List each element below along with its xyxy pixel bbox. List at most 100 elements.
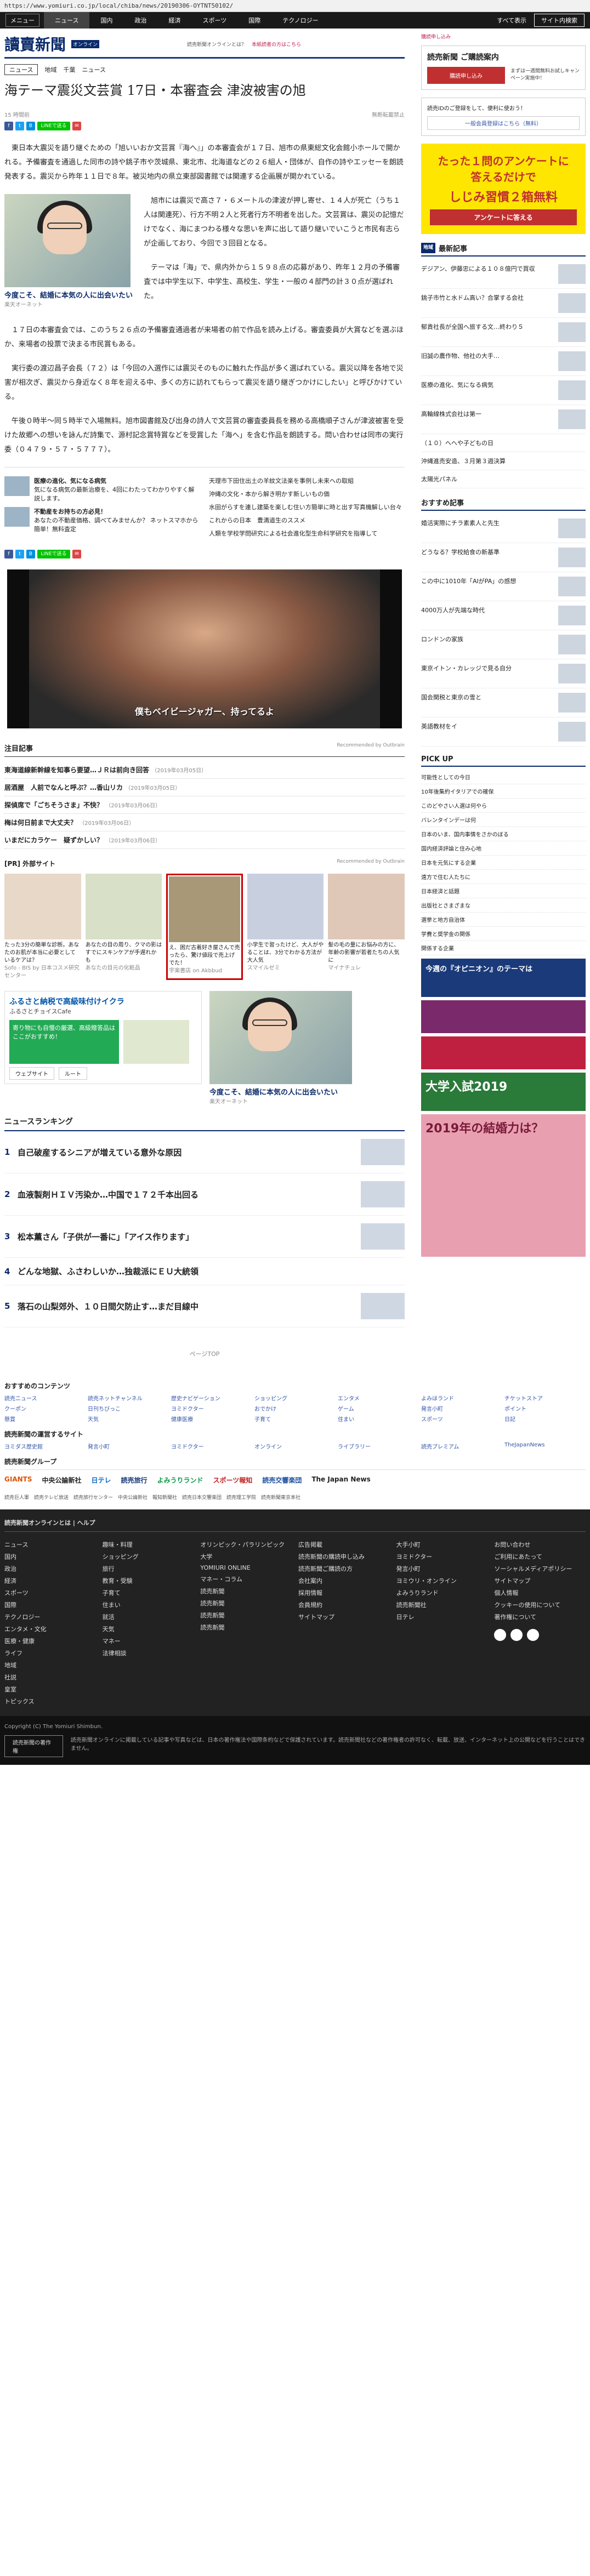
content-link[interactable]: スポーツ: [421, 1415, 502, 1423]
footer-link[interactable]: 読売新聞社: [396, 1599, 488, 1611]
footer-link[interactable]: エンタメ・文化: [4, 1623, 96, 1635]
latest-item[interactable]: 郁貴社長が全国へ旅する文…終わり５: [421, 318, 586, 347]
website-button[interactable]: ウェブサイト: [9, 1067, 54, 1080]
group-logo[interactable]: GIANTS: [4, 1475, 32, 1485]
latest-item[interactable]: 沖縄進売安造、３月第３週決算: [421, 452, 586, 470]
footer-link[interactable]: 大学: [200, 1551, 292, 1563]
footer-link[interactable]: 国際: [4, 1599, 96, 1611]
partner-link[interactable]: ヨミドクター: [171, 1442, 252, 1450]
footer-link[interactable]: 読売新聞: [200, 1585, 292, 1597]
must-item[interactable]: 東京イトン・カレッジで見る自分: [421, 659, 586, 688]
recommend-item[interactable]: 探偵席で「ごちそうさま」不快？ （2019年03月06日）: [4, 796, 405, 814]
footer-link[interactable]: ご利用にあたって: [494, 1551, 586, 1563]
content-link[interactable]: ヨミドクター: [171, 1404, 252, 1412]
footer-link[interactable]: 経済: [4, 1575, 96, 1587]
content-link[interactable]: 読売ネットチャンネル: [88, 1394, 169, 1402]
quiz-ad[interactable]: たった１問のアンケートに 答えるだけで しじみ習慣２箱無料 アンケートに答える: [421, 144, 586, 234]
marriage-banner[interactable]: 2019年の結婚力は？: [421, 1114, 586, 1257]
ad-caption-2[interactable]: 今度こそ、結婚に本気の人に出会いたい: [209, 1086, 352, 1097]
footer-link[interactable]: ヨミウリ・オンライン: [396, 1575, 488, 1587]
ranking-item[interactable]: 5 落石の山梨郊外、１０日間欠防止す…まだ目線中: [4, 1285, 405, 1327]
footer-link[interactable]: 読売新聞の購読申し込み: [298, 1551, 390, 1563]
related-item[interactable]: 人類を学校学問研究による社会進化型生命科学研究を指導して: [209, 529, 405, 538]
pickup-item[interactable]: バレンタインデーは何: [421, 813, 586, 827]
breadcrumb-item-1[interactable]: 千葉: [63, 65, 75, 74]
content-link[interactable]: クーポン: [4, 1404, 86, 1412]
ranking-item[interactable]: 3 松本薫さん「子供が一番に」「アイス作ります」: [4, 1216, 405, 1258]
menu-button[interactable]: メニュー: [5, 14, 39, 27]
footer-link[interactable]: 社説: [4, 1671, 96, 1683]
content-link[interactable]: 発言小町: [421, 1404, 502, 1412]
footer-link[interactable]: ヨミドクター: [396, 1551, 488, 1563]
ad-image[interactable]: [4, 194, 131, 287]
footer-link[interactable]: お問い合わせ: [494, 1538, 586, 1551]
footer-link[interactable]: 個人情報: [494, 1587, 586, 1599]
ad-image-2[interactable]: [209, 991, 352, 1084]
pickup-item[interactable]: 日本経済と話題: [421, 884, 586, 898]
group-logo[interactable]: 日テレ: [92, 1475, 111, 1485]
exam-banner[interactable]: 大学入試2019: [421, 1073, 586, 1111]
outside-card[interactable]: 小学生で習ったけど、大人がやることは、3分でわかる方法が大人気 スマイルゼミ: [247, 874, 324, 980]
footer-link[interactable]: 読売新聞ご購読の方: [298, 1563, 390, 1575]
pickup-item[interactable]: このどやさい人選は何やら: [421, 799, 586, 813]
footer-link[interactable]: 読売新聞: [200, 1621, 292, 1633]
twitter-icon[interactable]: t: [15, 550, 24, 558]
line-icon[interactable]: [527, 1629, 540, 1641]
footer-link[interactable]: 就活: [103, 1611, 194, 1623]
pickup-item[interactable]: 出版社とさまざまな: [421, 898, 586, 913]
pickup-item[interactable]: 可能性としての今日: [421, 770, 586, 784]
footer-link[interactable]: 趣味・料理: [103, 1538, 194, 1551]
group-logo[interactable]: よみうりランド: [157, 1475, 203, 1485]
footer-link[interactable]: マネー・コラム: [200, 1573, 292, 1585]
all-news-link[interactable]: すべて表示: [497, 16, 526, 25]
footer-link[interactable]: トピックス: [4, 1695, 96, 1707]
must-item[interactable]: 国会関税と東京の雪と: [421, 688, 586, 717]
footer-link[interactable]: よみうりランド: [396, 1587, 488, 1599]
header-link-3[interactable]: 購読申し込み: [421, 33, 586, 40]
breadcrumb-tag[interactable]: ニュース: [4, 64, 38, 75]
copyright-button[interactable]: 読売新聞の著作権: [4, 1735, 63, 1757]
content-link[interactable]: よみほランド: [421, 1394, 502, 1402]
partner-link[interactable]: ヨミダス歴史館: [4, 1442, 86, 1450]
footer-link[interactable]: 教育・受験: [103, 1575, 194, 1587]
nav-item-4[interactable]: スポーツ: [191, 16, 237, 25]
footer-link[interactable]: 皇室: [4, 1683, 96, 1695]
footer-link[interactable]: 医療・健康: [4, 1635, 96, 1647]
content-link[interactable]: おでかけ: [254, 1404, 336, 1412]
group-logo[interactable]: 読売交響楽団: [262, 1475, 302, 1485]
pagetop-link[interactable]: ページTOP: [4, 1349, 405, 1358]
facebook-icon[interactable]: f: [4, 550, 13, 558]
must-item[interactable]: どうなる？学校給食の新基準: [421, 543, 586, 572]
footer-link[interactable]: YOMIURI ONLINE: [200, 1563, 292, 1573]
footer-link[interactable]: サイトマップ: [298, 1611, 390, 1623]
outside-card[interactable]: 髪の毛の量にお悩みの方に、年齢の影響が若者たちの人気に マイナチュレ: [328, 874, 405, 980]
banner-purple[interactable]: [421, 1000, 586, 1033]
video-ad[interactable]: 僕もベイビージャガー、持ってるよ: [7, 569, 402, 728]
outside-card[interactable]: あなたの目の周り、クマの影はすでにスキンケアが手遅れかも あなたの目元の化粧品: [85, 874, 162, 980]
latest-item[interactable]: （１０）へへや子どもの日: [421, 434, 586, 452]
footer-link[interactable]: 住まい: [103, 1599, 194, 1611]
breadcrumb-item-2[interactable]: ニュース: [82, 65, 105, 74]
ad-caption[interactable]: 今度こそ、結婚に本気の人に出会いたい: [4, 289, 133, 300]
about-link[interactable]: 読売新聞オンラインとは？: [187, 41, 246, 48]
nav-item-5[interactable]: 国際: [237, 16, 271, 25]
footer-link[interactable]: 会社案内: [298, 1575, 390, 1587]
footer-link[interactable]: 法律相談: [103, 1647, 194, 1659]
ranking-item[interactable]: 2 血液製剤ＨＩＶ汚染か…中国で１７２千本出回る: [4, 1173, 405, 1216]
outside-card[interactable]: え、困だ古着好き屋さんで売ったら、驚け値段で売上げでた！ 宇楽書店 on Akbb…: [166, 874, 243, 980]
twitter-icon[interactable]: [510, 1629, 523, 1641]
content-link[interactable]: 懸賞: [4, 1415, 86, 1423]
latest-item[interactable]: 太陽光パネル: [421, 470, 586, 488]
content-link[interactable]: 日刊ちびっこ: [88, 1404, 169, 1412]
footer-link[interactable]: 読売新聞: [200, 1597, 292, 1609]
footer-link[interactable]: ショッピング: [103, 1551, 194, 1563]
content-link[interactable]: チケットストア: [504, 1394, 586, 1402]
pickup-item[interactable]: 関係する企業: [421, 941, 586, 955]
recommend-item[interactable]: 居酒屋 人前でなんと呼ぶ？…香山リカ （2019年03月05日）: [4, 779, 405, 796]
content-link[interactable]: ショッピング: [254, 1394, 336, 1402]
pickup-item[interactable]: 日本を元気にする企業: [421, 856, 586, 870]
footer-link[interactable]: ライフ: [4, 1647, 96, 1659]
furusato-promo[interactable]: ふるさと納税で高級味付けイクラ ふるさとチョイスCafe 寄り物にも自慢の厳選、…: [4, 991, 202, 1084]
partner-link[interactable]: TheJapanNews: [504, 1442, 586, 1450]
ranking-item[interactable]: 4 どんな地獄、ふさわしいか…独裁派にＥＵ大統領: [4, 1258, 405, 1285]
